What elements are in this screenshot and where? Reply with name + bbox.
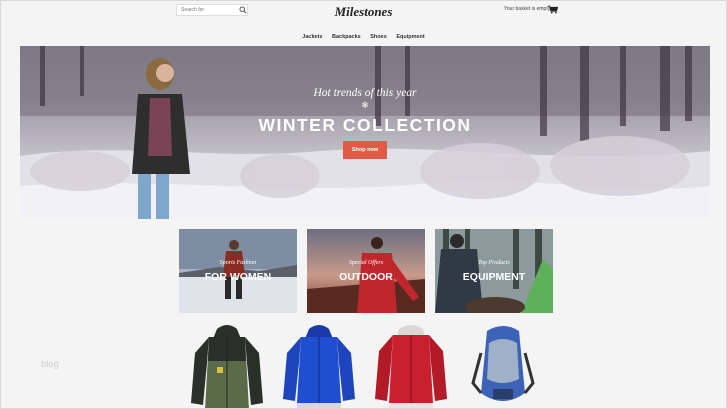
- category-equipment[interactable]: Top Products EQUIPMENT: [435, 229, 553, 313]
- category-outdoor[interactable]: Special Offers OUTDOOR: [307, 229, 425, 313]
- hero-subtitle: Hot trends of this year: [313, 87, 417, 99]
- category-women-subtitle: Sports Fashion: [219, 260, 257, 266]
- nav-jackets[interactable]: Jackets: [302, 34, 322, 40]
- category-outdoor-title: OUTDOOR: [339, 271, 393, 283]
- category-women[interactable]: Sports Fashion FOR WOMEN: [179, 229, 297, 313]
- product-red-jacket[interactable]: [373, 323, 449, 409]
- product-blue-backpack[interactable]: [471, 323, 535, 409]
- hero-title: WINTER COLLECTION: [258, 115, 472, 135]
- blog-link[interactable]: blog: [41, 359, 59, 370]
- nav-shoes[interactable]: Shoes: [370, 34, 387, 40]
- basket-status[interactable]: Your basket is empty: [504, 6, 550, 12]
- hero-banner[interactable]: Hot trends of this year ❄ WINTER COLLECT…: [20, 46, 710, 219]
- site-logo[interactable]: Milestones: [1, 4, 726, 20]
- category-women-title: FOR WOMEN: [204, 271, 272, 283]
- category-equipment-title: EQUIPMENT: [462, 271, 526, 283]
- category-equipment-subtitle: Top Products: [478, 260, 510, 266]
- snowflake-icon: ❄: [361, 100, 369, 110]
- cart-icon[interactable]: [548, 5, 558, 14]
- main-nav: Jackets Backpacks Shoes Equipment: [1, 34, 726, 40]
- category-outdoor-subtitle: Special Offers: [348, 260, 384, 266]
- page-frame: Milestones Your basket is empty Jackets …: [0, 0, 727, 409]
- nav-equipment[interactable]: Equipment: [396, 34, 424, 40]
- shop-now-button[interactable]: Shop now: [343, 141, 387, 159]
- product-green-jacket[interactable]: [189, 323, 265, 409]
- nav-backpacks[interactable]: Backpacks: [332, 34, 361, 40]
- product-blue-jacket[interactable]: [281, 323, 357, 409]
